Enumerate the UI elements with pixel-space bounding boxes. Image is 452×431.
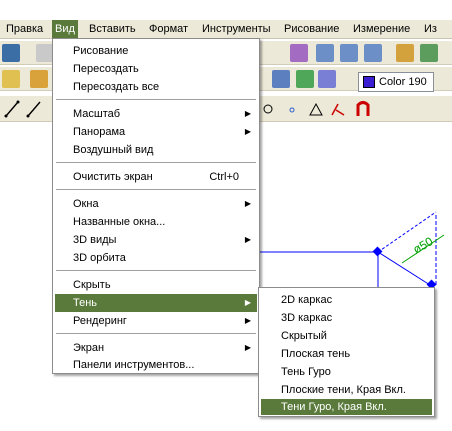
menu-item-3d-views[interactable]: 3D виды ▶ [55, 231, 257, 249]
menu-item-aerial-view[interactable]: Воздушный вид [55, 141, 257, 159]
menu-item-label: Плоская тень [281, 348, 351, 360]
menu-item-label: Рисование [73, 45, 129, 57]
menu-item-label: 3D виды [73, 234, 117, 246]
menu-item-label: Тень [73, 297, 98, 309]
menu-tools[interactable]: Инструменты [199, 20, 274, 38]
menu-item-hidden[interactable]: Скрытый [261, 327, 432, 345]
menu-item-label: Пересоздать все [73, 81, 160, 93]
menu-item-label: Названные окна... [73, 216, 166, 228]
submenu-arrow-icon: ▶ [244, 316, 251, 325]
menu-item-label: 2D каркас [281, 294, 333, 306]
menu-item-label: Экран [73, 342, 105, 354]
submenu-arrow-icon: ▶ [244, 298, 251, 307]
menu-item-viewports[interactable]: Окна ▶ [55, 195, 257, 213]
menu-dimension[interactable]: Измерение [350, 20, 413, 38]
menu-item-label: Окна [73, 198, 99, 210]
dimension-text: ø50 [411, 234, 436, 257]
menu-separator [56, 333, 256, 335]
menu-item-pan[interactable]: Панорама ▶ [55, 123, 257, 141]
menu-item-3d-wireframe[interactable]: 3D каркас [261, 309, 432, 327]
save-icon[interactable] [2, 44, 20, 62]
menu-item-clean-screen[interactable]: Очистить экран Ctrl+0 [55, 168, 257, 186]
menu-separator [56, 162, 256, 164]
menu-item-label: 3D каркас [281, 312, 333, 324]
menu-item-toolbars[interactable]: Панели инструментов... [55, 357, 257, 373]
object-snap-icons[interactable] [262, 100, 432, 118]
menu-item-display[interactable]: Экран ▶ [55, 339, 257, 357]
menu-item-gouraud-shaded-edges-on[interactable]: Тени Гуро, Края Вкл. [261, 399, 432, 415]
color-dropdown[interactable]: Color 190 [358, 72, 434, 92]
menu-item-label: Скрыть [73, 279, 111, 291]
menu-separator [56, 189, 256, 191]
menu-item-label: Панорама [73, 126, 126, 138]
shortcut-label: Ctrl+0 [209, 171, 239, 183]
grip-marker[interactable] [372, 246, 383, 257]
properties-icon[interactable] [396, 44, 414, 62]
menu-item-redraw[interactable]: Рисование [55, 42, 257, 60]
color-swatch [363, 76, 375, 88]
menu-item-label: Панели инструментов... [73, 359, 195, 371]
make-current-layer-icon[interactable] [296, 70, 314, 88]
menu-bar: Правка Вид Вставить Формат Инструменты Р… [0, 20, 452, 39]
layer-on-icon[interactable] [2, 70, 20, 88]
menu-item-flat-shaded[interactable]: Плоская тень [261, 345, 432, 363]
menu-separator [56, 270, 256, 272]
menu-item-regen[interactable]: Пересоздать [55, 60, 257, 78]
menu-edit[interactable]: Правка [3, 20, 46, 38]
menu-item-label: Тень Гуро [281, 366, 331, 378]
menu-item-label: Рендеринг [73, 315, 127, 327]
menu-item-label: Тени Гуро, Края Вкл. [281, 401, 387, 413]
layer-freeze-icon[interactable] [30, 70, 48, 88]
menu-draw[interactable]: Рисование [281, 20, 342, 38]
submenu-arrow-icon: ▶ [244, 199, 251, 208]
submenu-arrow-icon: ▶ [244, 109, 251, 118]
shade-submenu: 2D каркас 3D каркас Скрытый Плоская тень… [258, 287, 435, 417]
menu-item-label: Очистить экран [73, 171, 153, 183]
menu-item-2d-wireframe[interactable]: 2D каркас [261, 291, 432, 309]
menu-item-zoom[interactable]: Масштаб ▶ [55, 105, 257, 123]
layer-dropdown-icon[interactable] [272, 70, 290, 88]
zoom-realtime-icon[interactable] [316, 44, 334, 62]
pan-icon[interactable] [290, 44, 308, 62]
design-center-icon[interactable] [420, 44, 438, 62]
menu-item-flat-shaded-edges-on[interactable]: Плоские тени, Края Вкл. [261, 381, 432, 399]
submenu-arrow-icon: ▶ [244, 127, 251, 136]
menu-view[interactable]: Вид [52, 20, 78, 38]
color-label: Color 190 [379, 76, 427, 88]
menu-item-label: Плоские тени, Края Вкл. [281, 384, 406, 396]
menu-modify[interactable]: Из [421, 20, 440, 38]
menu-item-label: Воздушный вид [73, 144, 154, 156]
menu-separator [56, 99, 256, 101]
menu-insert[interactable]: Вставить [86, 20, 139, 38]
menu-item-3d-orbit[interactable]: 3D орбита [55, 249, 257, 267]
menu-item-gouraud-shaded[interactable]: Тень Гуро [261, 363, 432, 381]
menu-item-label: Скрытый [281, 330, 327, 342]
layer-previous-icon[interactable] [318, 70, 336, 88]
line-tools-icon[interactable] [4, 100, 44, 118]
menu-format[interactable]: Формат [146, 20, 191, 38]
menu-item-shade[interactable]: Тень ▶ [55, 294, 257, 312]
menu-item-render[interactable]: Рендеринг ▶ [55, 312, 257, 330]
submenu-arrow-icon: ▶ [244, 343, 251, 352]
zoom-window-icon[interactable] [340, 44, 358, 62]
menu-item-label: Пересоздать [73, 63, 139, 75]
zoom-previous-icon[interactable] [364, 44, 382, 62]
menu-item-named-views[interactable]: Названные окна... [55, 213, 257, 231]
view-menu: Рисование Пересоздать Пересоздать все Ма… [52, 38, 260, 374]
menu-item-label: Масштаб [73, 108, 121, 120]
menu-item-hide[interactable]: Скрыть [55, 276, 257, 294]
menu-item-regen-all[interactable]: Пересоздать все [55, 78, 257, 96]
menu-item-label: 3D орбита [73, 252, 126, 264]
submenu-arrow-icon: ▶ [244, 235, 251, 244]
